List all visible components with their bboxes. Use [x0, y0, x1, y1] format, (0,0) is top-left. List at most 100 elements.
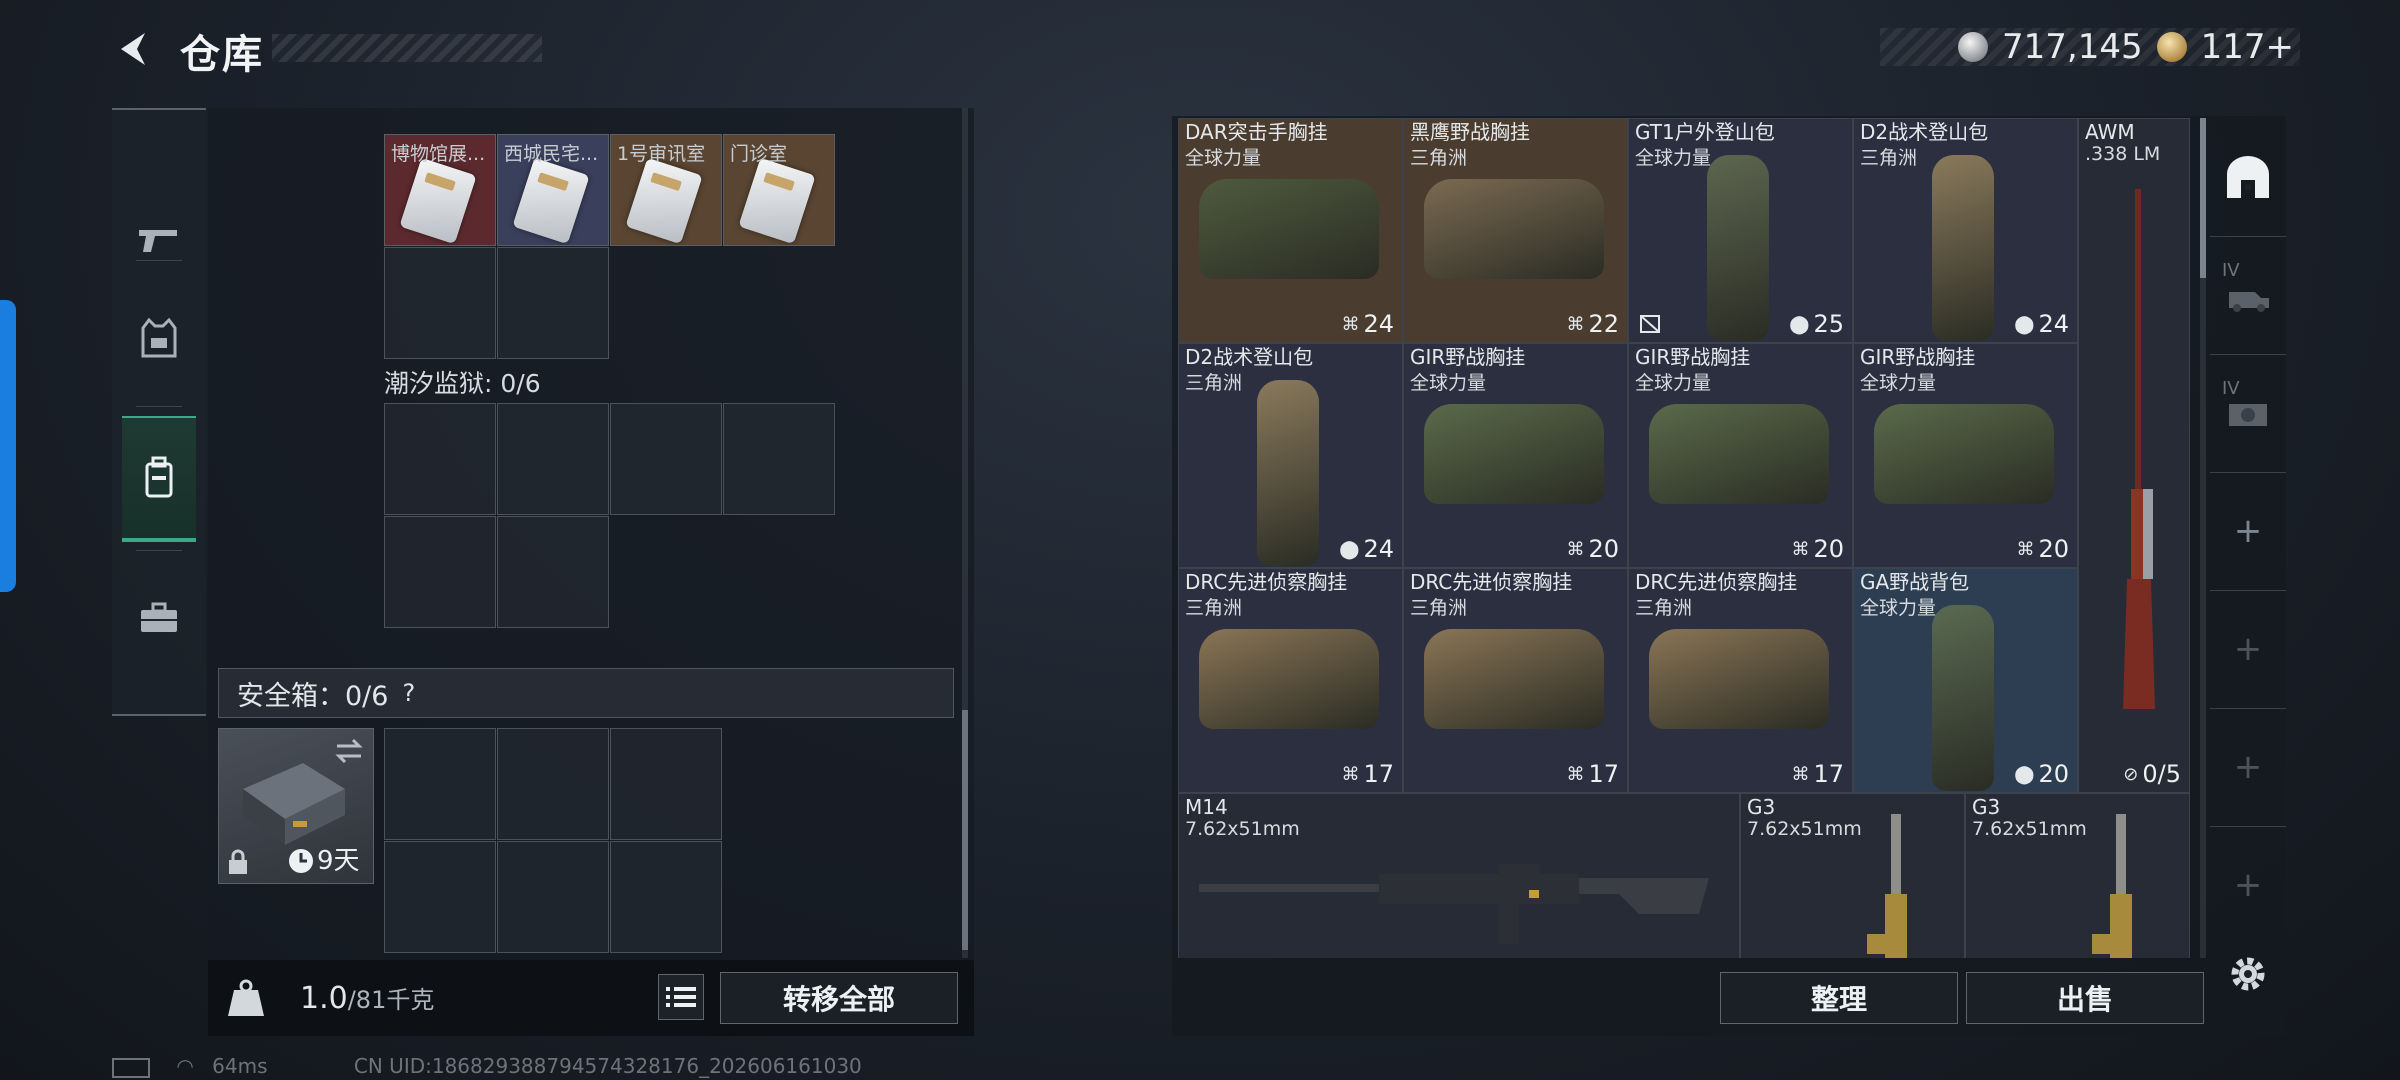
- item-durability: ⬤ 24: [2014, 310, 2069, 338]
- weight-display: 1.0/81千克: [300, 980, 434, 1016]
- stash-item-rifle[interactable]: G3 7.62x51mm: [1965, 793, 2190, 958]
- empty-keycard-slot[interactable]: [497, 516, 609, 628]
- keycard-label: 西城民宅...: [504, 143, 599, 165]
- help-icon[interactable]: ?: [402, 679, 415, 707]
- safebox-timer: 9天: [317, 846, 360, 876]
- armor-icon: ⌘: [1566, 538, 1585, 560]
- inventory-scroll-thumb[interactable]: [962, 710, 968, 950]
- item-durability: ⬤ 25: [1789, 310, 1844, 338]
- sell-button[interactable]: 出售: [1966, 972, 2204, 1024]
- keycard-slot[interactable]: 西城民宅...: [497, 134, 609, 246]
- safebox-slot[interactable]: [497, 728, 609, 840]
- side-drawer-tab[interactable]: [0, 300, 16, 592]
- stash-item-awm[interactable]: AWM .338 LM ⊘ 0/5: [2078, 118, 2190, 793]
- keycard-slot[interactable]: 博物馆展...: [384, 134, 496, 246]
- item-durability: ⌘ 24: [1341, 310, 1394, 338]
- stash-item[interactable]: GIR野战胸挂 全球力量 ⌘ 20: [1628, 343, 1853, 568]
- item-durability: ⌘ 17: [1791, 760, 1844, 788]
- swap-icon[interactable]: [333, 737, 365, 765]
- stash-item-rifle[interactable]: G3 7.62x51mm: [1740, 793, 1965, 958]
- safebox-slot[interactable]: [384, 728, 496, 840]
- keycard-slot[interactable]: 门诊室: [723, 134, 835, 246]
- nav-equipment[interactable]: [122, 278, 196, 398]
- add-stash-tab[interactable]: +: [2210, 708, 2286, 827]
- stash-home-tab[interactable]: [2210, 118, 2286, 237]
- vest-icon: [141, 318, 177, 358]
- armor-icon: ⌘: [1791, 763, 1810, 785]
- empty-keycard-slot[interactable]: [610, 403, 722, 515]
- back-button[interactable]: [110, 24, 160, 74]
- stash-item-rifle[interactable]: M14 7.62x51mm: [1178, 793, 1740, 958]
- gold-amount[interactable]: 117+: [2201, 27, 2294, 67]
- silver-coin-icon: [1958, 32, 1988, 62]
- stash-item[interactable]: DRC先进侦察胸挂 三角洲 ⌘ 17: [1403, 568, 1628, 793]
- item-name: AWM: [2085, 120, 2135, 144]
- item-name: 黑鹰野战胸挂: [1410, 120, 1530, 144]
- stash-item[interactable]: GIR野战胸挂 全球力量 ⌘ 20: [1403, 343, 1628, 568]
- stash-item[interactable]: GA野战背包 全球力量 ⬤ 20: [1853, 568, 2078, 793]
- keycard-slot[interactable]: 1号审讯室: [610, 134, 722, 246]
- no-repair-icon: ⊘: [2123, 763, 2139, 785]
- add-stash-tab[interactable]: +: [2210, 472, 2286, 591]
- safebox-slot[interactable]: [610, 728, 722, 840]
- armor-icon: ⌘: [1566, 763, 1585, 785]
- transfer-all-button[interactable]: 转移全部: [720, 972, 958, 1024]
- stash-item[interactable]: DRC先进侦察胸挂 三角洲 ⌘ 17: [1178, 568, 1403, 793]
- stash-scroll-thumb[interactable]: [2200, 118, 2206, 278]
- item-faction: 全球力量: [1860, 372, 1937, 394]
- chest-rig-image: [1649, 404, 1829, 504]
- stash-item[interactable]: DRC先进侦察胸挂 三角洲 ⌘ 17: [1628, 568, 1853, 793]
- plus-icon: +: [2233, 511, 2263, 551]
- item-name: D2战术登山包: [1860, 120, 1989, 144]
- list-view-button[interactable]: [658, 974, 704, 1020]
- chest-rig-image: [1649, 629, 1829, 729]
- stash-item[interactable]: GIR野战胸挂 全球力量 ⌘ 20: [1853, 343, 2078, 568]
- item-faction: 全球力量: [1860, 597, 1937, 619]
- backpack-image: [1707, 155, 1769, 341]
- stash-item[interactable]: D2战术登山包 三角洲 ⬤ 24: [1853, 118, 2078, 343]
- item-name: DRC先进侦察胸挂: [1410, 570, 1573, 594]
- nav-toolbox[interactable]: [122, 558, 196, 678]
- stash-tab-iv-2[interactable]: IV: [2210, 354, 2286, 473]
- armor-icon: ⌘: [1341, 763, 1360, 785]
- tab-level: IV: [2222, 260, 2240, 281]
- pistol-icon: [139, 230, 177, 252]
- status-bar: ◠ 64ms CN UID:18682938879457432817​6_202…: [112, 1054, 862, 1078]
- stash-tab-iv-1[interactable]: IV: [2210, 236, 2286, 355]
- item-faction: 三角洲: [1410, 597, 1468, 619]
- item-durability: ⌘ 17: [1341, 760, 1394, 788]
- weight-max: /81千克: [347, 986, 435, 1014]
- stash-item[interactable]: D2战术登山包 三角洲 ⬤ 24: [1178, 343, 1403, 568]
- weight-icon: [226, 978, 270, 1022]
- currency-bar: 717,145 117+: [1880, 27, 2300, 67]
- safebox-item[interactable]: 9天: [218, 728, 374, 884]
- item-name: G3: [1972, 795, 2001, 819]
- empty-keycard-slot[interactable]: [723, 403, 835, 515]
- empty-keycard-slot[interactable]: [497, 403, 609, 515]
- safebox-slot[interactable]: [497, 841, 609, 953]
- item-faction: 三角洲: [1410, 147, 1468, 169]
- item-name: GA野战背包: [1860, 570, 1970, 594]
- durability-value: 20: [1813, 535, 1844, 563]
- empty-keycard-slot[interactable]: [497, 247, 609, 359]
- nav-backpack[interactable]: [122, 416, 196, 542]
- settings-button[interactable]: [2224, 950, 2272, 998]
- empty-keycard-slot[interactable]: [384, 247, 496, 359]
- empty-keycard-slot[interactable]: [384, 403, 496, 515]
- empty-keycard-slot[interactable]: [384, 516, 496, 628]
- uid-text: CN UID:18682938879457432817​6_2026061610…: [353, 1054, 862, 1078]
- item-name: GIR野战胸挂: [1635, 345, 1751, 369]
- item-caliber: 7.62x51mm: [1747, 818, 1862, 840]
- stash-item[interactable]: GT1户外登山包 全球力量 ⬤ 25: [1628, 118, 1853, 343]
- sort-button[interactable]: 整理: [1720, 972, 1958, 1024]
- safebox-slot[interactable]: [384, 841, 496, 953]
- stash-item[interactable]: DAR突击手胸挂 全球力量 ⌘ 24: [1178, 118, 1403, 343]
- weight-current: 1.0: [300, 981, 348, 1016]
- stash-item[interactable]: 黑鹰野战胸挂 三角洲 ⌘ 22: [1403, 118, 1628, 343]
- capacity-icon: ⬤: [2014, 763, 2035, 785]
- safebox-slot[interactable]: [610, 841, 722, 953]
- item-faction: 三角洲: [1185, 372, 1243, 394]
- add-stash-tab[interactable]: +: [2210, 826, 2286, 944]
- add-stash-tab[interactable]: +: [2210, 590, 2286, 709]
- safebox-header: 安全箱：0/6 ?: [218, 668, 954, 718]
